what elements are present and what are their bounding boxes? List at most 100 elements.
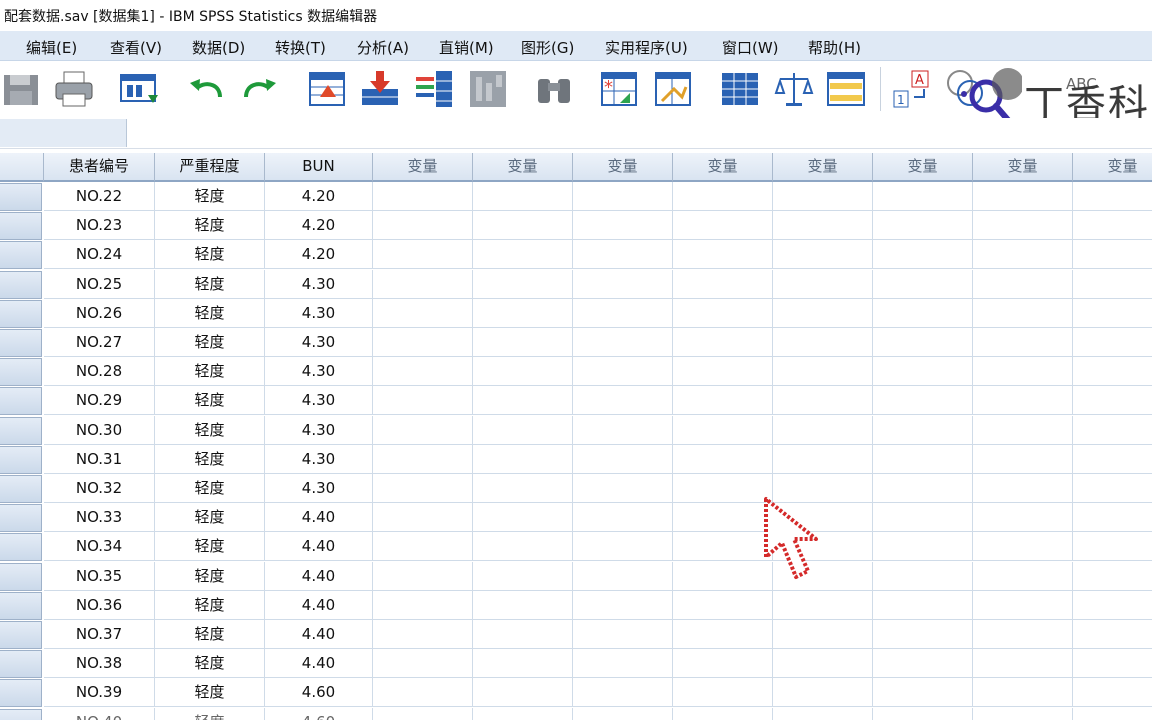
empty-cell[interactable]	[873, 328, 973, 357]
empty-cell[interactable]	[373, 561, 473, 591]
empty-cell[interactable]	[573, 474, 673, 503]
empty-cell[interactable]	[1073, 503, 1152, 533]
empty-cell[interactable]	[573, 182, 673, 211]
empty-cell[interactable]	[473, 649, 573, 679]
empty-cell[interactable]	[373, 503, 473, 533]
empty-cell[interactable]	[573, 298, 673, 328]
empty-cell[interactable]	[373, 269, 473, 299]
split-file-icon[interactable]	[718, 67, 762, 111]
empty-cell[interactable]	[873, 415, 973, 445]
data-cell[interactable]: NO.28	[44, 357, 155, 387]
cell-reference-box[interactable]	[0, 119, 127, 147]
data-cell[interactable]: 4.20	[265, 182, 373, 211]
empty-cell[interactable]	[973, 678, 1073, 708]
empty-cell[interactable]	[973, 707, 1073, 720]
empty-cell[interactable]	[1073, 649, 1152, 679]
empty-cell[interactable]	[373, 678, 473, 708]
column-header-empty[interactable]: 变量	[1073, 153, 1152, 182]
menu-graphs[interactable]: 图形(G)	[521, 37, 574, 58]
data-cell[interactable]: 轻度	[155, 357, 265, 387]
data-cell[interactable]: 轻度	[155, 182, 265, 211]
empty-cell[interactable]	[673, 474, 773, 503]
empty-cell[interactable]	[873, 532, 973, 562]
data-cell[interactable]: 轻度	[155, 328, 265, 357]
insert-variable-icon[interactable]	[652, 67, 696, 111]
column-header[interactable]: 严重程度	[155, 153, 265, 182]
data-cell[interactable]: NO.26	[44, 298, 155, 328]
data-cell[interactable]: 轻度	[155, 298, 265, 328]
empty-cell[interactable]	[973, 182, 1073, 211]
empty-cell[interactable]	[1073, 678, 1152, 708]
row-header[interactable]	[0, 533, 42, 562]
empty-cell[interactable]	[1073, 532, 1152, 562]
empty-cell[interactable]	[373, 415, 473, 445]
select-cases-icon[interactable]	[824, 67, 868, 111]
data-cell[interactable]: 4.30	[265, 386, 373, 416]
menu-direct-marketing[interactable]: 直销(M)	[439, 37, 494, 58]
empty-cell[interactable]	[873, 678, 973, 708]
empty-cell[interactable]	[473, 415, 573, 445]
data-cell[interactable]: NO.39	[44, 678, 155, 708]
empty-cell[interactable]	[373, 444, 473, 474]
row-header[interactable]	[0, 445, 42, 474]
empty-cell[interactable]	[1073, 415, 1152, 445]
empty-cell[interactable]	[573, 357, 673, 387]
empty-cell[interactable]	[1073, 707, 1152, 720]
empty-cell[interactable]	[973, 298, 1073, 328]
row-header[interactable]	[0, 183, 42, 211]
empty-cell[interactable]	[773, 386, 873, 416]
empty-cell[interactable]	[873, 561, 973, 591]
empty-cell[interactable]	[973, 415, 1073, 445]
data-cell[interactable]: 轻度	[155, 474, 265, 503]
empty-cell[interactable]	[873, 707, 973, 720]
empty-cell[interactable]	[573, 590, 673, 620]
recall-dialog-icon[interactable]	[118, 67, 162, 111]
data-cell[interactable]: 4.30	[265, 298, 373, 328]
empty-cell[interactable]	[973, 211, 1073, 241]
data-cell[interactable]: 轻度	[155, 415, 265, 445]
row-header[interactable]	[0, 241, 42, 270]
empty-cell[interactable]	[573, 707, 673, 720]
variables-icon[interactable]	[412, 67, 456, 111]
data-cell[interactable]: 轻度	[155, 211, 265, 241]
menu-analyze[interactable]: 分析(A)	[357, 37, 409, 58]
empty-cell[interactable]	[1073, 357, 1152, 387]
row-header[interactable]	[0, 212, 42, 241]
data-cell[interactable]: NO.24	[44, 240, 155, 270]
empty-cell[interactable]	[973, 357, 1073, 387]
find-icon[interactable]	[532, 67, 576, 111]
empty-cell[interactable]	[673, 386, 773, 416]
empty-cell[interactable]	[873, 240, 973, 270]
menu-help[interactable]: 帮助(H)	[808, 37, 861, 58]
empty-cell[interactable]	[973, 328, 1073, 357]
column-header-empty[interactable]: 变量	[673, 153, 773, 182]
empty-cell[interactable]	[373, 211, 473, 241]
empty-cell[interactable]	[973, 386, 1073, 416]
empty-cell[interactable]	[373, 182, 473, 211]
empty-cell[interactable]	[673, 590, 773, 620]
menu-transform[interactable]: 转换(T)	[275, 37, 326, 58]
empty-cell[interactable]	[973, 532, 1073, 562]
column-header-empty[interactable]: 变量	[373, 153, 473, 182]
empty-cell[interactable]	[373, 590, 473, 620]
menu-edit[interactable]: 编辑(E)	[26, 37, 77, 58]
column-header[interactable]: BUN	[265, 153, 373, 182]
empty-cell[interactable]	[573, 620, 673, 649]
data-cell[interactable]: 轻度	[155, 590, 265, 620]
empty-cell[interactable]	[573, 415, 673, 445]
empty-cell[interactable]	[673, 444, 773, 474]
empty-cell[interactable]	[1073, 328, 1152, 357]
empty-cell[interactable]	[1073, 620, 1152, 649]
data-cell[interactable]: 轻度	[155, 386, 265, 416]
row-header[interactable]	[0, 475, 42, 503]
row-header[interactable]	[0, 650, 42, 679]
data-cell[interactable]: NO.38	[44, 649, 155, 679]
empty-cell[interactable]	[773, 590, 873, 620]
empty-cell[interactable]	[773, 707, 873, 720]
data-cell[interactable]: NO.22	[44, 182, 155, 211]
empty-cell[interactable]	[573, 444, 673, 474]
data-cell[interactable]: 轻度	[155, 532, 265, 562]
empty-cell[interactable]	[373, 707, 473, 720]
data-cell[interactable]: 轻度	[155, 620, 265, 649]
row-header[interactable]	[0, 621, 42, 649]
